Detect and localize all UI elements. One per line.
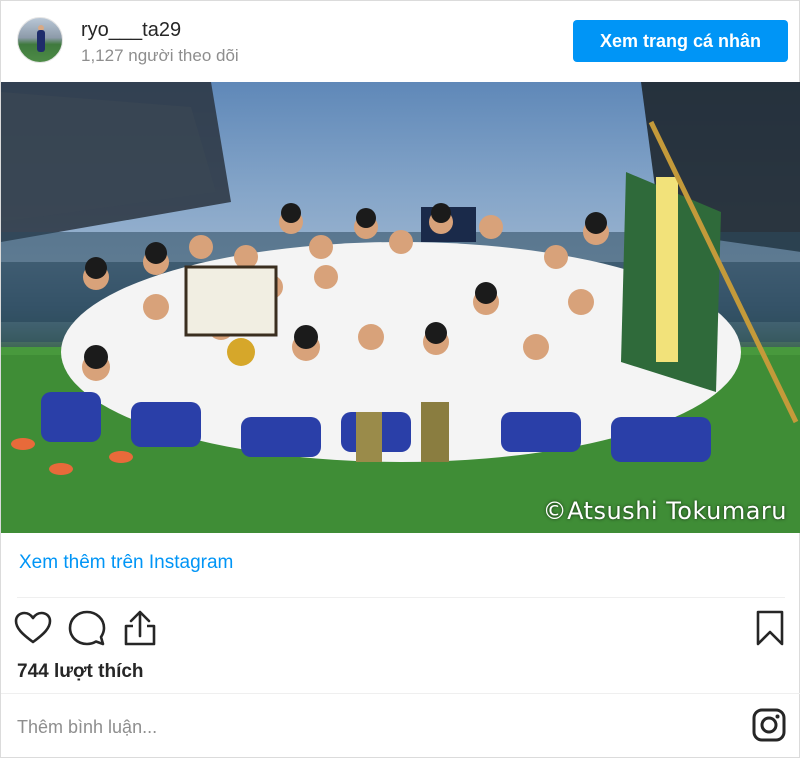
username[interactable]: ryo___ta29 bbox=[81, 19, 181, 42]
comment-icon bbox=[68, 610, 106, 646]
share-icon bbox=[124, 610, 156, 646]
instagram-icon bbox=[752, 708, 786, 742]
action-bar bbox=[1, 604, 800, 654]
team-celebration-image bbox=[1, 82, 800, 533]
comment-input[interactable] bbox=[17, 709, 717, 745]
post-header: ryo___ta29 1,127 người theo dõi Xem tran… bbox=[1, 1, 800, 81]
heart-icon bbox=[14, 611, 52, 644]
instagram-embed-card: ryo___ta29 1,127 người theo dõi Xem tran… bbox=[0, 0, 800, 758]
avatar-figure bbox=[37, 30, 45, 52]
follower-count: 1,127 người theo dõi bbox=[81, 46, 239, 65]
share-button[interactable] bbox=[120, 608, 160, 648]
view-profile-button[interactable]: Xem trang cá nhân bbox=[573, 20, 788, 62]
bookmark-button[interactable] bbox=[750, 608, 790, 648]
like-count[interactable]: 744 lượt thích bbox=[17, 661, 144, 683]
comment-button[interactable] bbox=[67, 608, 107, 648]
like-button[interactable] bbox=[13, 608, 53, 648]
photo-credit: ©Atsushi Tokumaru bbox=[542, 497, 787, 525]
divider bbox=[17, 597, 785, 598]
instagram-logo-link[interactable] bbox=[751, 707, 787, 743]
post-photo[interactable]: ©Atsushi Tokumaru bbox=[1, 82, 800, 533]
divider bbox=[1, 693, 800, 694]
avatar[interactable] bbox=[17, 17, 63, 63]
view-more-on-instagram-link[interactable]: Xem thêm trên Instagram bbox=[19, 552, 233, 574]
bookmark-icon bbox=[756, 610, 784, 646]
